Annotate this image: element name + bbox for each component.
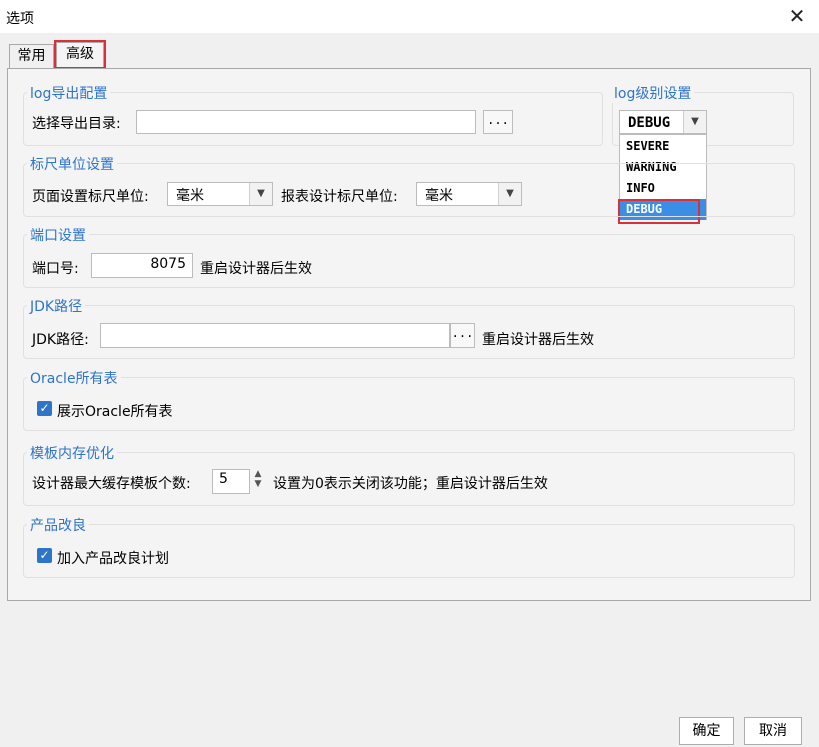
jdk-path-input[interactable] xyxy=(100,323,450,348)
report-ruler-label: 报表设计标尺单位: xyxy=(281,189,398,205)
ruler-title: 标尺单位设置 xyxy=(27,154,117,174)
cancel-button[interactable]: 取消 xyxy=(744,717,802,745)
log-level-option-severe[interactable]: SEVERE xyxy=(620,136,706,157)
jdk-note: 重启设计器后生效 xyxy=(482,332,594,348)
tab-general[interactable]: 常用 xyxy=(9,44,54,68)
ok-button[interactable]: 确定 xyxy=(679,717,734,745)
template-memory-title: 模板内存优化 xyxy=(27,443,117,463)
chevron-down-icon[interactable]: ▼ xyxy=(683,111,706,133)
page-ruler-select[interactable]: 毫米 ▼ xyxy=(167,182,273,206)
oracle-title: Oracle所有表 xyxy=(27,368,121,388)
export-dir-browse-button[interactable]: ... xyxy=(483,110,513,134)
port-label: 端口号: xyxy=(32,261,79,277)
jdk-title: JDK路径 xyxy=(27,296,86,316)
chevron-down-icon[interactable]: ▼ xyxy=(250,479,266,489)
close-icon[interactable]: ✕ xyxy=(783,4,811,28)
template-cache-note: 设置为0表示关闭该功能；重启设计器后生效 xyxy=(273,476,548,492)
jdk-browse-button[interactable]: ... xyxy=(450,323,475,348)
log-export-title: log导出配置 xyxy=(27,83,111,103)
window-title: 选项 xyxy=(6,11,34,27)
log-level-value: DEBUG xyxy=(628,115,671,131)
improve-checkbox-label: 加入产品改良计划 xyxy=(57,551,169,567)
export-dir-label: 选择导出目录: xyxy=(32,116,121,132)
tab-advanced[interactable]: 高级 xyxy=(56,42,104,68)
jdk-label: JDK路径: xyxy=(32,332,89,348)
log-level-select[interactable]: DEBUG ▼ xyxy=(619,110,707,134)
chevron-up-icon[interactable]: ▲ xyxy=(250,469,266,479)
product-improvement-title: 产品改良 xyxy=(27,515,89,535)
template-cache-label: 设计器最大缓存模板个数: xyxy=(32,476,191,492)
oracle-checkbox-label: 展示Oracle所有表 xyxy=(57,404,173,420)
checkmark-icon[interactable]: ✓ xyxy=(37,401,52,416)
port-note: 重启设计器后生效 xyxy=(200,261,312,277)
log-level-title: log级别设置 xyxy=(611,83,695,103)
chevron-down-icon[interactable]: ▼ xyxy=(249,183,272,205)
chevron-down-icon[interactable]: ▼ xyxy=(498,183,521,205)
report-ruler-select[interactable]: 毫米 ▼ xyxy=(416,182,522,206)
template-cache-stepper[interactable]: ▲ ▼ xyxy=(250,469,266,495)
page-ruler-label: 页面设置标尺单位: xyxy=(32,189,149,205)
export-dir-input[interactable] xyxy=(136,110,476,134)
port-title: 端口设置 xyxy=(27,225,89,245)
title-bar: 选项 ✕ xyxy=(0,0,819,33)
port-input[interactable]: 8075 xyxy=(91,253,193,278)
checkmark-icon[interactable]: ✓ xyxy=(37,548,52,563)
template-cache-input[interactable]: 5 xyxy=(212,469,250,494)
